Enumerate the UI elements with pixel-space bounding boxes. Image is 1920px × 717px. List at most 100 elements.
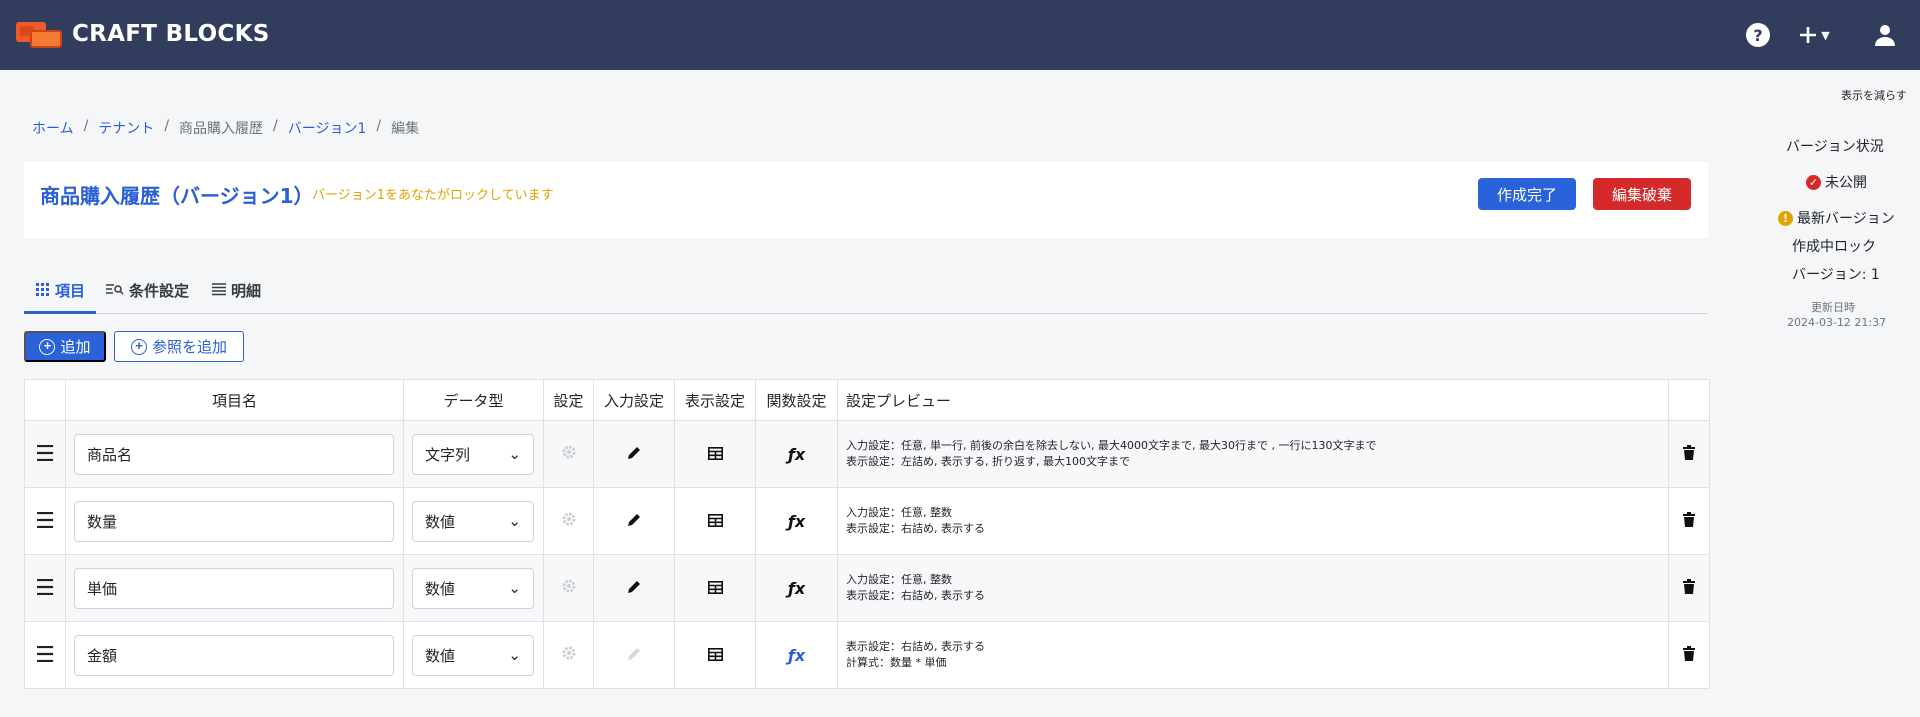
data-type-select[interactable]: 数値 ⌄ bbox=[412, 634, 534, 676]
status-unpublished: ✓ 未公開 bbox=[1806, 172, 1867, 192]
table-row: ☰ 数値⌄ ƒx 入力設定：任意, 整数 表示設定：右詰め, 表示する bbox=[24, 554, 1710, 622]
preview-line: 表示設定：右詰め, 表示する bbox=[846, 522, 985, 535]
help-icon[interactable]: ? bbox=[1746, 23, 1770, 47]
header-input: 入力設定 bbox=[593, 379, 675, 421]
header-preview: 設定プレビュー bbox=[837, 379, 1669, 421]
breadcrumb: ホーム / テナント / 商品購入履歴 / バージョン1 / 編集 bbox=[32, 118, 420, 138]
input-edit-pencil-disabled-icon bbox=[593, 621, 675, 689]
display-table-icon[interactable] bbox=[674, 621, 756, 689]
drag-handle-icon[interactable]: ☰ bbox=[24, 487, 66, 555]
chevron-down-icon: ⌄ bbox=[508, 445, 521, 463]
function-fx-icon[interactable]: ƒx bbox=[755, 420, 838, 488]
table-header-row: 項目名 データ型 設定 入力設定 表示設定 関数設定 設定プレビュー bbox=[24, 379, 1710, 421]
breadcrumb-home[interactable]: ホーム bbox=[32, 118, 74, 138]
title-card: 商品購入履歴（バージョン1） バージョン1をあなたがロックしています 作成完了 … bbox=[24, 162, 1708, 238]
header-name: 項目名 bbox=[65, 379, 404, 421]
preview-line: 表示設定：右詰め, 表示する bbox=[846, 589, 985, 602]
settings-gear-icon bbox=[543, 487, 594, 555]
list-icon bbox=[212, 283, 226, 296]
add-menu-button[interactable]: ▼ bbox=[1794, 20, 1834, 50]
input-edit-pencil-icon[interactable] bbox=[593, 554, 675, 622]
data-type-select[interactable]: 文字列 ⌄ bbox=[412, 433, 534, 475]
tab-detail[interactable]: 明細 bbox=[212, 280, 261, 314]
delete-trash-icon[interactable] bbox=[1668, 621, 1710, 689]
drag-handle-icon[interactable]: ☰ bbox=[24, 554, 66, 622]
add-reference-button[interactable]: + 参照を追加 bbox=[114, 331, 244, 362]
display-table-icon[interactable] bbox=[674, 420, 756, 488]
preview-line: 表示設定：左詰め, 表示する, 折り返す, 最大100文字まで bbox=[846, 455, 1130, 468]
version-status-title: バージョン状況 bbox=[1786, 139, 1884, 155]
discard-button[interactable]: 編集破棄 bbox=[1593, 178, 1691, 210]
tab-items[interactable]: 項目 bbox=[24, 280, 96, 314]
item-name-input[interactable] bbox=[74, 500, 394, 542]
logo-text: CRAFT BLOCKS bbox=[72, 21, 270, 47]
delete-trash-icon[interactable] bbox=[1668, 487, 1710, 555]
drag-handle-icon[interactable]: ☰ bbox=[24, 621, 66, 689]
status-locked: 作成中ロック bbox=[1792, 239, 1876, 255]
plus-circle-icon: + bbox=[130, 338, 147, 355]
chevron-down-icon: ⌄ bbox=[508, 646, 521, 664]
preview-line: 入力設定：任意, 整数 bbox=[846, 506, 952, 519]
user-menu-button[interactable] bbox=[1870, 20, 1900, 50]
page-title: 商品購入履歴（バージョン1） bbox=[40, 184, 314, 208]
settings-gear-icon bbox=[543, 554, 594, 622]
settings-gear-icon bbox=[543, 621, 594, 689]
grid-icon bbox=[36, 283, 49, 296]
tab-items-label: 項目 bbox=[55, 282, 86, 300]
data-type-select[interactable]: 数値 ⌄ bbox=[412, 567, 534, 609]
breadcrumb-table: 商品購入履歴 bbox=[179, 121, 264, 137]
settings-gear-icon bbox=[543, 420, 594, 488]
item-name-input[interactable] bbox=[74, 433, 394, 475]
preview-line: 入力設定：任意, 整数 bbox=[846, 573, 952, 586]
table-row: ☰ 数値⌄ ƒx 表示設定：右詰め, 表示する 計算式：数量 * 単価 bbox=[24, 621, 1710, 689]
header-settings: 設定 bbox=[543, 379, 594, 421]
updated-value: 2024-03-12 21:37 bbox=[1787, 316, 1887, 329]
filter-search-icon bbox=[106, 284, 124, 295]
function-fx-icon[interactable]: ƒx bbox=[755, 487, 838, 555]
tab-conditions-label: 条件設定 bbox=[129, 282, 190, 300]
item-name-input[interactable] bbox=[74, 634, 394, 676]
exclamation-circle-icon: ! bbox=[1778, 210, 1793, 226]
breadcrumb-tenant[interactable]: テナント bbox=[98, 118, 154, 138]
chevron-down-icon: ⌄ bbox=[508, 512, 521, 530]
data-type-select[interactable]: 数値 ⌄ bbox=[412, 500, 534, 542]
display-table-icon[interactable] bbox=[674, 487, 756, 555]
plus-icon bbox=[1800, 27, 1817, 43]
input-edit-pencil-icon[interactable] bbox=[593, 487, 675, 555]
updated-label: 更新日時 bbox=[1811, 301, 1855, 314]
breadcrumb-version[interactable]: バージョン1 bbox=[288, 118, 367, 138]
item-name-input[interactable] bbox=[74, 567, 394, 609]
breadcrumb-current: 編集 bbox=[391, 121, 420, 137]
version-number: バージョン: 1 bbox=[1792, 267, 1880, 283]
delete-trash-icon[interactable] bbox=[1668, 420, 1710, 488]
reduce-view-link[interactable]: 表示を減らす bbox=[1841, 87, 1907, 103]
delete-trash-icon[interactable] bbox=[1668, 554, 1710, 622]
chevron-down-icon: ⌄ bbox=[508, 579, 521, 597]
complete-button[interactable]: 作成完了 bbox=[1478, 178, 1576, 210]
tab-conditions[interactable]: 条件設定 bbox=[106, 280, 189, 314]
header-function: 関数設定 bbox=[755, 379, 838, 421]
function-fx-icon[interactable]: ƒx bbox=[755, 554, 838, 622]
function-fx-icon[interactable]: ƒx bbox=[755, 621, 838, 689]
caret-down-icon: ▼ bbox=[1821, 28, 1830, 42]
logo[interactable]: CRAFT BLOCKS bbox=[16, 18, 270, 50]
items-table: 項目名 データ型 設定 入力設定 表示設定 関数設定 設定プレビュー ☰ 文字列… bbox=[24, 379, 1710, 689]
display-table-icon[interactable] bbox=[674, 554, 756, 622]
lock-message: バージョン1をあなたがロックしています bbox=[312, 188, 554, 203]
preview-line: 表示設定：右詰め, 表示する bbox=[846, 640, 985, 653]
header-display: 表示設定 bbox=[674, 379, 756, 421]
tab-detail-label: 明細 bbox=[231, 282, 262, 300]
table-row: ☰ 数値⌄ ƒx 入力設定：任意, 整数 表示設定：右詰め, 表示する bbox=[24, 487, 1710, 555]
drag-handle-icon[interactable]: ☰ bbox=[24, 420, 66, 488]
add-button[interactable]: + 追加 bbox=[24, 331, 106, 362]
preview-line: 入力設定：任意, 単一行, 前後の余白を除去しない, 最大4000文字まで, 最… bbox=[846, 439, 1377, 452]
preview-line: 計算式：数量 * 単価 bbox=[846, 656, 947, 669]
logo-blocks-icon bbox=[16, 18, 64, 50]
header-type: データ型 bbox=[403, 379, 544, 421]
tab-bar: 項目 条件設定 明細 bbox=[24, 272, 1708, 314]
table-row: ☰ 文字列⌄ ƒx 入力設定：任意, 単一行, 前後の余白を除去しない, 最大4… bbox=[24, 420, 1710, 488]
input-edit-pencil-icon[interactable] bbox=[593, 420, 675, 488]
status-latest: ! 最新バージョン bbox=[1778, 208, 1895, 228]
top-navbar: CRAFT BLOCKS ? ▼ bbox=[0, 0, 1920, 70]
check-circle-icon: ✓ bbox=[1806, 174, 1821, 190]
